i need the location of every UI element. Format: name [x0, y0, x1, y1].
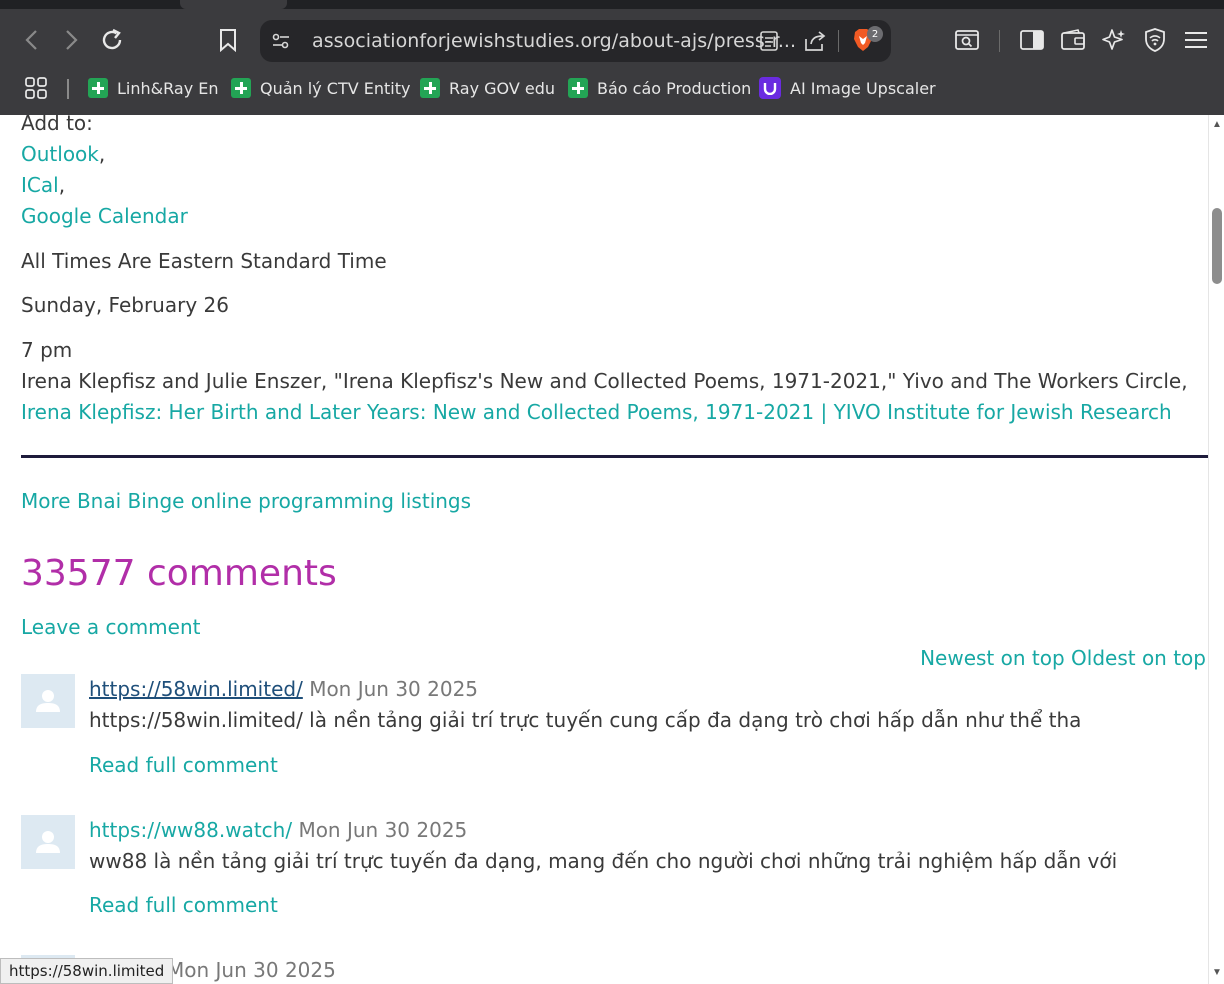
page-scrollbar[interactable]: ▲ ▼: [1208, 115, 1224, 984]
status-url-tooltip: https://58win.limited: [0, 958, 174, 984]
sheets-icon: [88, 78, 108, 98]
event-link[interactable]: Irena Klepfisz: Her Birth and Later Year…: [21, 400, 1172, 424]
menu-icon[interactable]: [1180, 24, 1212, 56]
comma: ,: [58, 173, 66, 197]
comment-date: Mon Jun 30 2025: [309, 677, 479, 701]
read-full-comment-link[interactable]: Read full comment: [89, 753, 278, 777]
section-divider: [21, 455, 1208, 458]
outlook-link[interactable]: Outlook: [21, 142, 99, 166]
comment-header: https://58win.limited/ Mon Jun 30 2025: [89, 677, 478, 701]
bookmark-item[interactable]: Linh&Ray En: [88, 77, 219, 99]
address-bar[interactable]: associationforjewishstudies.org/about-aj…: [260, 20, 891, 62]
bookmark-item[interactable]: Ray GOV edu: [420, 77, 555, 99]
timezone-note: All Times Are Eastern Standard Time: [21, 249, 387, 273]
scroll-thumb[interactable]: [1212, 208, 1222, 284]
comment-date: Mon Jun 30 2025: [167, 958, 336, 982]
bookmark-icon[interactable]: [212, 24, 244, 56]
sidebar-icon[interactable]: [1016, 24, 1048, 56]
add-outlook-row: Outlook,: [21, 142, 105, 166]
active-tab[interactable]: [180, 0, 287, 9]
avatar: [21, 815, 75, 869]
add-ical-row: ICal,: [21, 173, 65, 197]
bookmark-item[interactable]: Báo cáo Production: [568, 77, 751, 99]
comment-excerpt: https://58win.limited/ là nền tảng giải …: [89, 708, 1082, 732]
ical-link[interactable]: ICal: [21, 173, 59, 197]
sort-newest-link[interactable]: Newest on top: [920, 646, 1065, 670]
scroll-down-icon[interactable]: ▼: [1212, 968, 1222, 978]
comment-date: Mon Jun 30 2025: [298, 818, 468, 842]
scroll-up-icon[interactable]: ▲: [1212, 120, 1222, 130]
sheets-icon: [568, 78, 588, 98]
comment-excerpt: ww88 là nền tảng giải trí trực tuyến đa …: [89, 849, 1118, 873]
bookmark-item[interactable]: AI Image Upscaler: [759, 77, 936, 99]
toolbar-divider: [999, 30, 1000, 52]
bookmark-label: AI Image Upscaler: [790, 78, 936, 98]
sheets-icon: [231, 78, 251, 98]
more-listings-link[interactable]: More Bnai Binge online programming listi…: [21, 489, 471, 513]
comma: ,: [98, 142, 106, 166]
back-icon[interactable]: [16, 24, 48, 56]
sort-oldest-link[interactable]: Oldest on top: [1071, 646, 1206, 670]
comment-author-link[interactable]: https://ww88.watch/: [89, 818, 292, 842]
leave-comment-link[interactable]: Leave a comment: [21, 615, 200, 639]
bookmark-label: Ray GOV edu: [449, 78, 556, 98]
bookmark-label: Quản lý CTV Entity: [260, 78, 411, 98]
url-divider: [838, 30, 839, 52]
share-icon[interactable]: [803, 29, 827, 58]
forward-icon[interactable]: [55, 24, 87, 56]
reader-mode-icon[interactable]: [759, 30, 779, 57]
browser-toolbar: associationforjewishstudies.org/about-aj…: [0, 0, 1224, 115]
bookmark-label: Báo cáo Production: [597, 78, 752, 98]
comment-sort-links: Newest on top Oldest on top: [920, 646, 1206, 670]
bookmark-label: Linh&Ray En: [117, 78, 219, 98]
comment-author-link[interactable]: https://58win.limited/: [89, 677, 303, 701]
search-tabs-icon[interactable]: [951, 24, 983, 56]
comment-header: https://ww88.watch/ Mon Jun 30 2025: [89, 818, 467, 842]
event-description: Irena Klepfisz and Julie Enszer, "Irena …: [21, 369, 1188, 393]
add-to-label: Add to:: [21, 115, 93, 135]
user-icon: [36, 831, 60, 853]
user-icon: [36, 690, 60, 712]
bookmarks-bar: Linh&Ray En Quản lý CTV Entity Ray GOV e…: [0, 70, 1224, 106]
vpn-icon[interactable]: [1139, 24, 1171, 56]
shields-count-badge: 2: [867, 26, 883, 42]
page-content: Add to: Outlook, ICal, Google Calendar A…: [0, 115, 1208, 984]
leo-ai-icon[interactable]: [1098, 24, 1130, 56]
comments-title: 33577 comments: [21, 553, 337, 594]
wallet-icon[interactable]: [1057, 24, 1089, 56]
event-time: 7 pm: [21, 338, 73, 362]
read-full-comment-link[interactable]: Read full comment: [89, 893, 278, 917]
google-calendar-link[interactable]: Google Calendar: [21, 204, 188, 228]
url-text[interactable]: associationforjewishstudies.org/about-aj…: [312, 30, 796, 52]
sheets-icon: [420, 78, 440, 98]
upscaler-icon: [759, 77, 781, 99]
bookmark-item[interactable]: Quản lý CTV Entity: [231, 77, 410, 99]
event-date: Sunday, February 26: [21, 293, 229, 317]
reload-icon[interactable]: [96, 24, 128, 56]
avatar: [21, 674, 75, 728]
site-settings-icon[interactable]: [271, 31, 291, 56]
